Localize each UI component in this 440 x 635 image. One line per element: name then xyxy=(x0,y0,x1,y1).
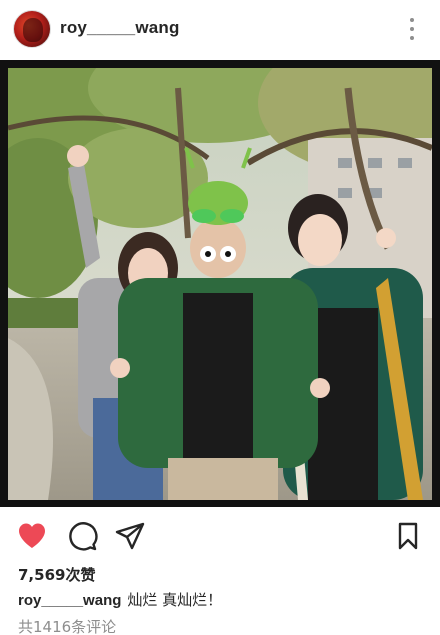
more-options-icon[interactable] xyxy=(402,14,422,44)
like-button[interactable] xyxy=(16,520,48,552)
caption: roy_____wang 灿烂 真灿烂！ xyxy=(18,589,222,610)
comment-bubble-icon xyxy=(69,522,98,551)
save-button[interactable] xyxy=(392,520,424,552)
post-photo-frame xyxy=(0,60,440,507)
view-comments-link[interactable]: 共1416条评论 xyxy=(18,616,116,635)
post-username[interactable]: roy_____wang xyxy=(60,18,180,38)
bookmark-icon xyxy=(398,522,418,550)
send-paper-plane-icon xyxy=(115,522,145,550)
caption-username[interactable]: roy_____wang xyxy=(18,592,121,609)
post-photo[interactable] xyxy=(8,68,432,500)
comment-button[interactable] xyxy=(66,520,98,552)
share-button[interactable] xyxy=(114,520,146,552)
heart-filled-icon xyxy=(19,523,45,548)
likes-count[interactable]: 7,569次赞 xyxy=(18,564,95,585)
avatar[interactable] xyxy=(13,10,51,48)
caption-text: 灿烂 真灿烂！ xyxy=(127,591,223,609)
post-actions xyxy=(0,516,440,556)
post-header: roy_____wang xyxy=(0,0,440,58)
